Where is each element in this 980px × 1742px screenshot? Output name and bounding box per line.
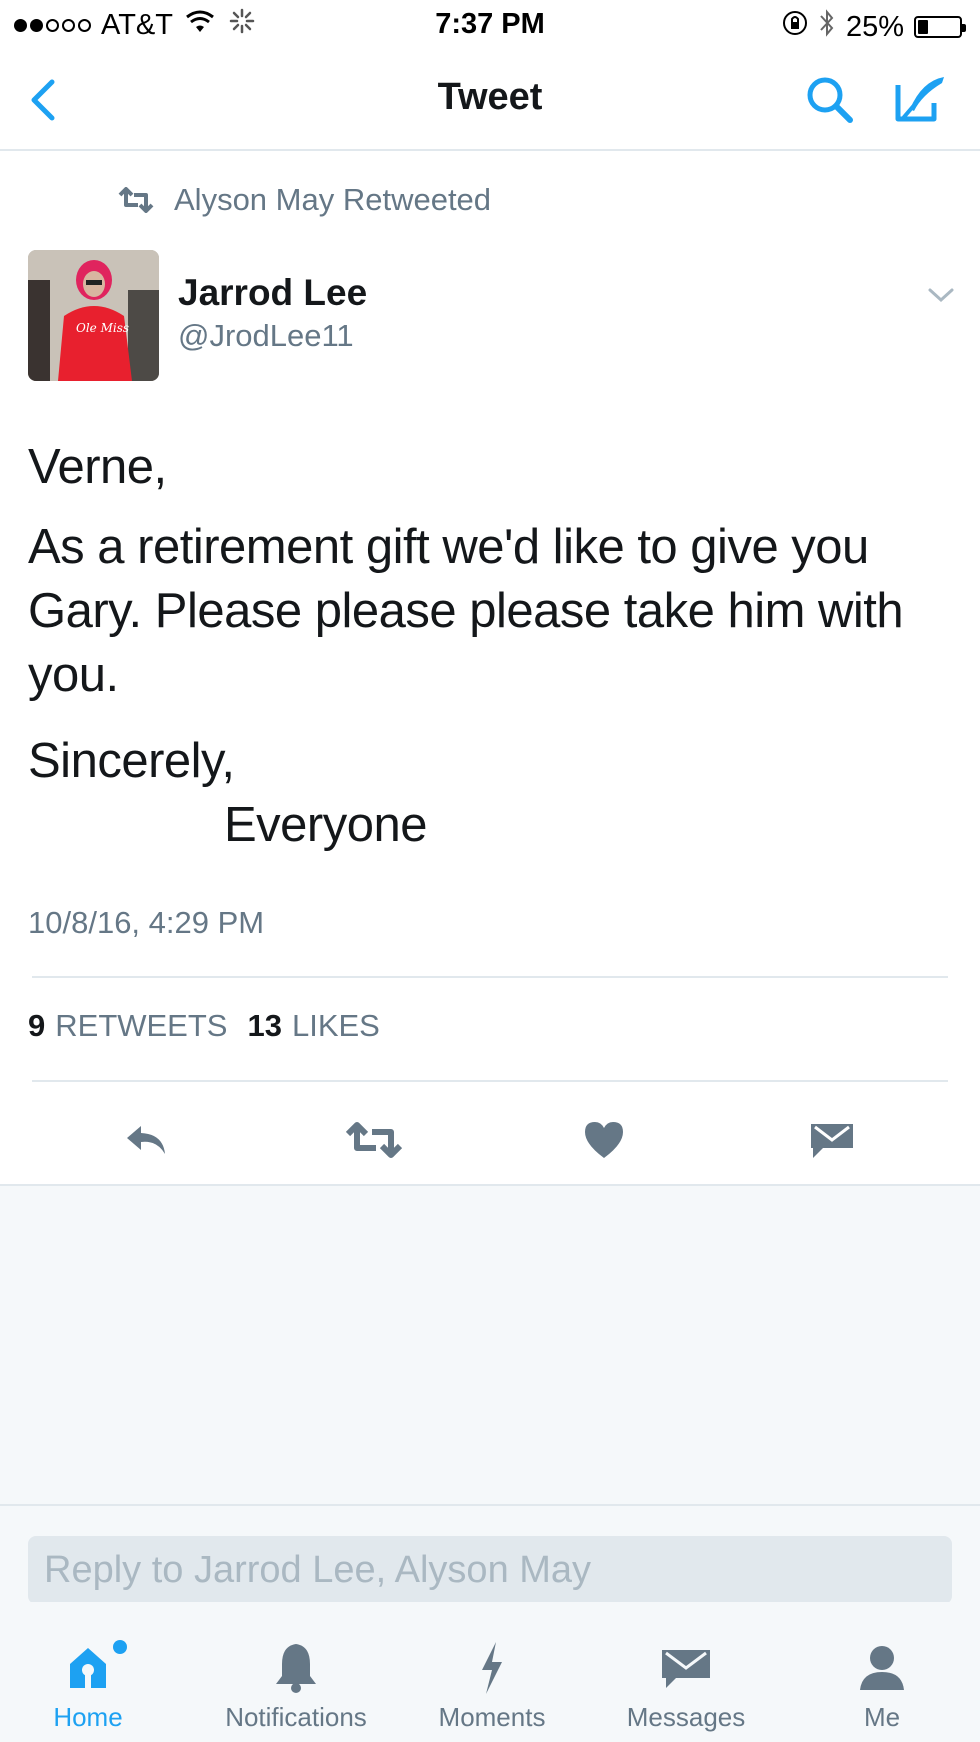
search-button[interactable] — [800, 70, 860, 130]
tweet-line-body-3: you. — [28, 648, 119, 702]
tweet-options-button[interactable] — [924, 280, 958, 310]
likes-label[interactable]: LIKES — [292, 1008, 380, 1044]
tab-moments[interactable]: Moments — [392, 1638, 592, 1733]
rotation-lock-icon — [782, 10, 808, 44]
tab-label: Moments — [438, 1702, 546, 1732]
tweet-line-body-2: Gary. Please please please take him with — [28, 584, 904, 638]
svg-text:Ole Miss: Ole Miss — [76, 321, 129, 335]
tweet-line-body-1: As a retirement gift we'd like to give y… — [28, 520, 869, 574]
bell-icon — [276, 1644, 316, 1693]
tab-me[interactable]: Me — [782, 1638, 980, 1733]
tweet-timestamp: 10/8/16, 4:29 PM — [28, 905, 265, 940]
battery-percent: 25% — [845, 10, 904, 43]
tab-notifications[interactable]: Notifications — [196, 1638, 396, 1733]
tab-label: Me — [863, 1702, 901, 1732]
reply-bar — [0, 1504, 980, 1604]
reply-input[interactable] — [28, 1536, 952, 1604]
tab-label: Notifications — [225, 1702, 367, 1732]
battery-icon — [914, 16, 966, 38]
tweet-line-signature: Everyone — [224, 798, 428, 852]
retweet-button[interactable] — [342, 1110, 406, 1170]
tweet-stats: 9 RETWEETS 13 LIKES — [28, 1008, 400, 1044]
tweet-detail-screen: AT&T 7:37 PM 25% Tweet Alyson May Retwee… — [0, 0, 980, 1742]
status-bar: AT&T 7:37 PM 25% — [0, 0, 980, 50]
reply-icon — [127, 1126, 165, 1154]
tweet-actions — [0, 1100, 980, 1180]
divider — [32, 976, 948, 978]
tweet-text: Verne, As a retirement gift we'd like to… — [28, 432, 958, 860]
search-icon — [807, 77, 853, 123]
chevron-down-icon — [928, 288, 954, 303]
status-right: 25% — [782, 8, 966, 46]
tab-messages[interactable]: Messages — [586, 1638, 786, 1733]
compose-button[interactable] — [888, 68, 952, 130]
tab-bar: Home Notifications Moments Messages Me — [0, 1602, 980, 1742]
heart-icon — [585, 1122, 623, 1158]
bluetooth-icon — [818, 8, 836, 46]
retweet-context-text: Alyson May Retweeted — [174, 182, 492, 217]
like-button[interactable] — [572, 1110, 636, 1170]
person-icon — [860, 1646, 904, 1690]
envelope-icon — [811, 1124, 853, 1158]
author-handle[interactable]: @JrodLee11 — [178, 318, 354, 354]
envelope-icon — [662, 1650, 710, 1688]
tab-label: Messages — [626, 1702, 746, 1732]
divider — [32, 1080, 948, 1082]
likes-count[interactable]: 13 — [247, 1008, 281, 1044]
retweet-icon — [346, 1122, 402, 1158]
avatar[interactable]: Ole Miss — [28, 250, 159, 381]
tab-home[interactable]: Home — [0, 1638, 188, 1733]
direct-message-button[interactable] — [800, 1110, 864, 1170]
retweets-label[interactable]: RETWEETS — [55, 1008, 227, 1044]
replies-area — [0, 1186, 980, 1504]
retweets-count[interactable]: 9 — [28, 1008, 45, 1044]
retweet-icon — [118, 187, 154, 213]
navigation-bar: Tweet — [0, 50, 980, 151]
reply-button[interactable] — [114, 1110, 178, 1170]
tweet-line-greeting: Verne, — [28, 440, 167, 494]
compose-icon — [895, 77, 944, 122]
author-name[interactable]: Jarrod Lee — [178, 272, 367, 314]
tweet-line-closing: Sincerely, — [28, 734, 235, 788]
new-content-indicator — [113, 1640, 127, 1654]
lightning-icon — [482, 1642, 502, 1694]
retweet-context[interactable]: Alyson May Retweeted — [118, 182, 491, 218]
tab-label: Home — [53, 1702, 123, 1732]
